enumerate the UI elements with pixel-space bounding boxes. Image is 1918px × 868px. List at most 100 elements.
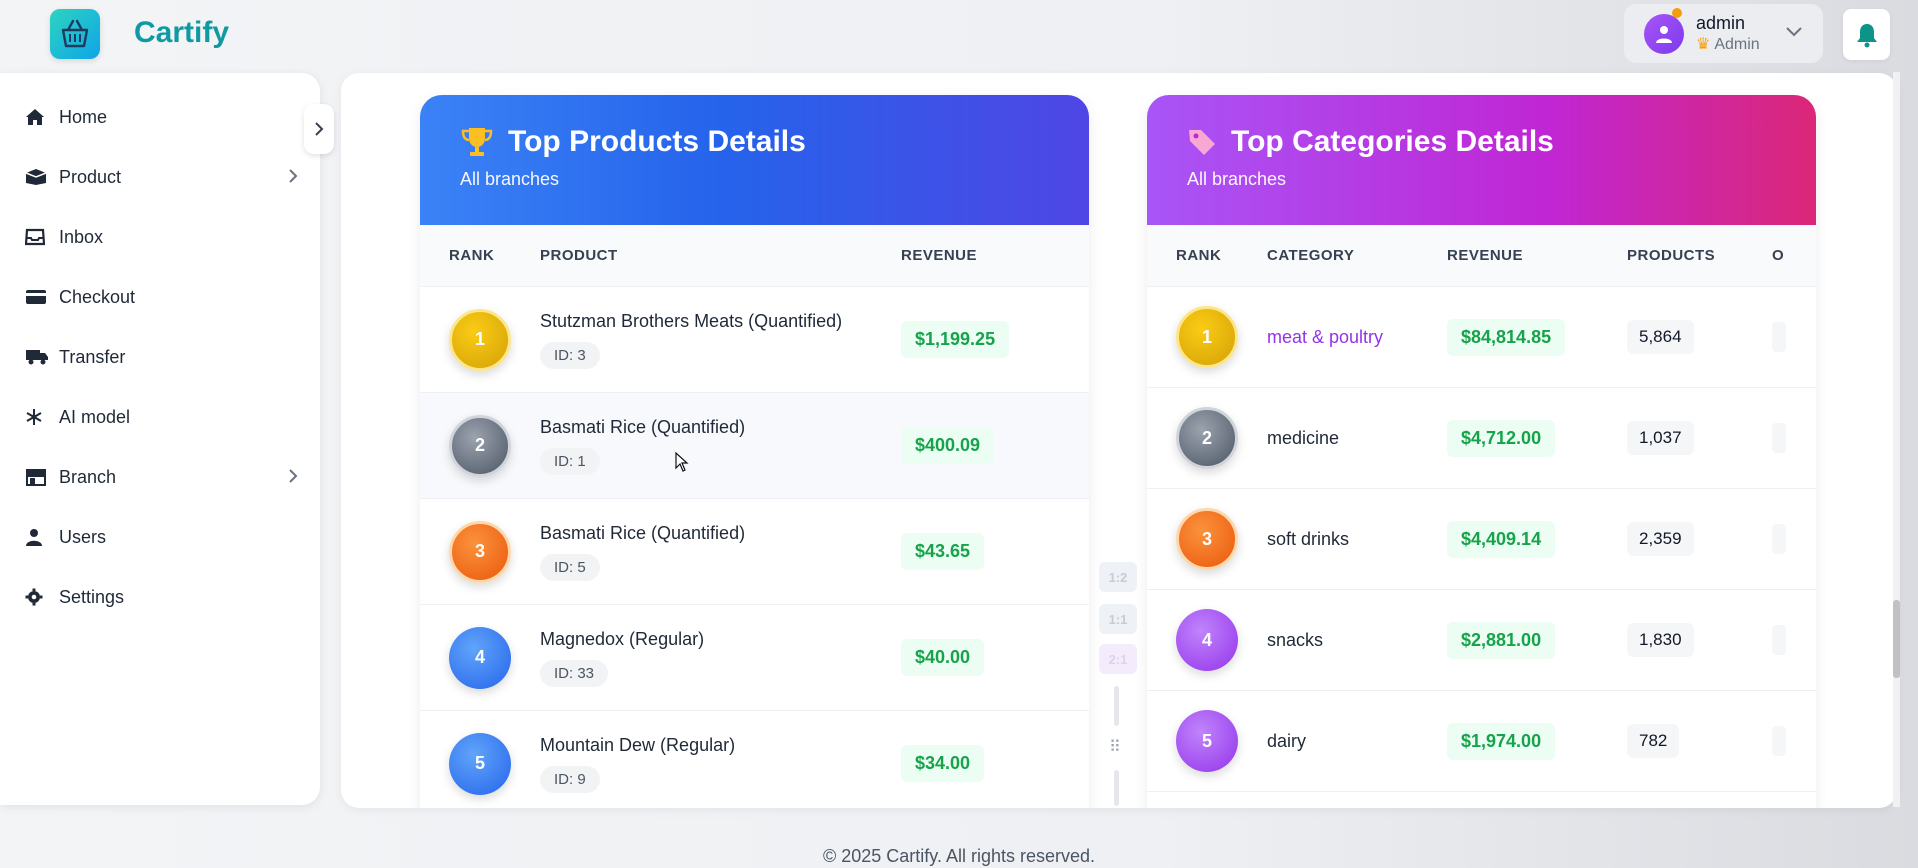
sidebar-item-label: Checkout	[59, 286, 136, 307]
table-row[interactable]: 4 Magnedox (Regular) ID: 33 $40.00	[420, 605, 1089, 711]
sidebar-item-product[interactable]: Product	[0, 147, 320, 207]
table-row[interactable]: 5 Mountain Dew (Regular) ID: 9 $34.00	[420, 711, 1089, 808]
gear-icon	[25, 588, 43, 606]
sidebar-item-inbox[interactable]: Inbox	[0, 207, 320, 267]
avatar	[1644, 13, 1684, 54]
product-id-badge: ID: 5	[540, 553, 600, 581]
notifications-button[interactable]	[1843, 9, 1890, 60]
revenue-value: $40.00	[901, 639, 985, 676]
sidebar-item-home[interactable]: Home	[0, 87, 320, 147]
column-header-product[interactable]: PRODUCT	[540, 247, 901, 264]
rank-badge: 4	[449, 626, 511, 689]
trophy-icon	[461, 128, 493, 156]
ratio-button-1-2[interactable]: 1:2	[1099, 562, 1137, 592]
rank-badge: 4	[1176, 609, 1238, 671]
chevron-right-icon	[289, 169, 298, 183]
rank-badge: 3	[449, 520, 511, 583]
category-name: medicine	[1267, 427, 1340, 448]
column-header-truncated[interactable]: O	[1772, 247, 1816, 264]
sidebar-item-label: Home	[59, 106, 108, 127]
sidebar-item-users[interactable]: Users	[0, 507, 320, 567]
user-menu[interactable]: admin ♛ Admin	[1624, 4, 1823, 63]
column-header-rank[interactable]: RANK	[1147, 247, 1267, 264]
app-name: Cartify	[134, 16, 230, 49]
user-avatar-icon	[1656, 25, 1672, 43]
main-content: Top Products Details All branches RANK P…	[341, 73, 1897, 808]
rank-badge: 3	[1176, 508, 1238, 570]
category-name: meat & poultry	[1267, 326, 1384, 347]
column-header-rank[interactable]: RANK	[420, 247, 540, 264]
product-name: Basmati Rice (Quantified)	[540, 522, 746, 543]
products-count: 2,359	[1627, 522, 1694, 556]
drag-handle-icon[interactable]: ⠿	[1109, 737, 1121, 757]
status-dot	[1672, 8, 1682, 18]
products-count: 782	[1627, 724, 1680, 758]
footer-copyright: © 2025 Cartify. All rights reserved.	[822, 846, 1096, 866]
basket-icon	[61, 19, 89, 48]
sidebar-item-label: Product	[59, 166, 122, 187]
truncated-cell	[1772, 524, 1786, 554]
product-id-badge: ID: 9	[540, 765, 600, 793]
ratio-button-1-1[interactable]: 1:1	[1099, 604, 1137, 634]
table-row[interactable]: 1 meat & poultry $84,814.85 5,864	[1147, 287, 1816, 388]
category-name: snacks	[1267, 629, 1324, 650]
revenue-value: $400.09	[901, 427, 995, 464]
rank-badge: 5	[1176, 710, 1238, 772]
column-header-products[interactable]: PRODUCTS	[1627, 247, 1772, 264]
table-row[interactable]: 1 Stutzman Brothers Meats (Quantified) I…	[420, 287, 1089, 393]
top-products-card: Top Products Details All branches RANK P…	[420, 95, 1089, 808]
top-categories-card: Top Categories Details All branches RANK…	[1147, 95, 1816, 808]
sidebar-item-label: Inbox	[59, 226, 104, 247]
product-name: Mountain Dew (Regular)	[540, 734, 736, 755]
truncated-cell	[1772, 625, 1786, 655]
revenue-value: $1,199.25	[901, 321, 1010, 358]
sidebar: Home Product Inbox Checkout Transfer AI …	[0, 73, 320, 805]
splitter-bar[interactable]	[1114, 770, 1119, 806]
rank-badge: 2	[449, 414, 511, 477]
table-row[interactable]: 2 Basmati Rice (Quantified) ID: 1 $400.0…	[420, 393, 1089, 499]
user-role: Admin	[1714, 35, 1760, 53]
table-row[interactable]: 5 dairy $1,974.00 782	[1147, 691, 1816, 792]
products-count: 5,864	[1627, 320, 1694, 354]
sidebar-item-label: AI model	[59, 406, 131, 427]
rank-badge: 2	[1176, 407, 1238, 469]
revenue-value: $84,814.85	[1447, 318, 1566, 356]
credit-card-icon	[26, 290, 46, 304]
table-row[interactable]: 3 Basmati Rice (Quantified) ID: 5 $43.65	[420, 499, 1089, 605]
ai-model-icon	[26, 409, 42, 425]
sidebar-item-transfer[interactable]: Transfer	[0, 327, 320, 387]
chevron-down-icon[interactable]	[1785, 26, 1803, 38]
app-logo[interactable]	[50, 9, 100, 59]
table-row[interactable]: 2 medicine $4,712.00 1,037	[1147, 388, 1816, 489]
rank-badge: 5	[449, 732, 511, 795]
table-header: RANK PRODUCT REVENUE	[420, 225, 1089, 287]
sidebar-item-ai-model[interactable]: AI model	[0, 387, 320, 447]
truncated-cell	[1772, 423, 1786, 453]
sidebar-item-label: Transfer	[59, 346, 126, 367]
card-title: Top Categories Details	[1231, 125, 1554, 158]
rank-badge: 1	[1176, 306, 1238, 368]
product-id-badge: ID: 1	[540, 447, 600, 475]
rank-badge: 1	[449, 308, 511, 371]
sidebar-item-checkout[interactable]: Checkout	[0, 267, 320, 327]
sidebar-toggle-button[interactable]	[304, 104, 334, 154]
table-row[interactable]: 4 snacks $2,881.00 1,830	[1147, 590, 1816, 691]
sidebar-item-branch[interactable]: Branch	[0, 447, 320, 507]
sidebar-item-settings[interactable]: Settings	[0, 567, 320, 627]
column-header-revenue[interactable]: REVENUE	[901, 247, 1089, 264]
column-header-revenue[interactable]: REVENUE	[1447, 247, 1627, 264]
inbox-icon	[25, 228, 45, 246]
ratio-button-2-1[interactable]: 2:1	[1099, 644, 1137, 674]
card-title: Top Products Details	[508, 125, 806, 158]
revenue-value: $34.00	[901, 745, 985, 782]
scrollbar-thumb[interactable]	[1893, 600, 1900, 678]
category-name: dairy	[1267, 730, 1307, 751]
column-header-category[interactable]: CATEGORY	[1267, 247, 1447, 264]
splitter-bar[interactable]	[1114, 686, 1119, 726]
table-header: RANK CATEGORY REVENUE PRODUCTS O	[1147, 225, 1816, 287]
scrollbar-track[interactable]	[1893, 72, 1900, 807]
card-subtitle: All branches	[1187, 169, 1287, 189]
sidebar-item-label: Branch	[59, 466, 117, 487]
products-count: 1,037	[1627, 421, 1694, 455]
table-row[interactable]: 3 soft drinks $4,409.14 2,359	[1147, 489, 1816, 590]
